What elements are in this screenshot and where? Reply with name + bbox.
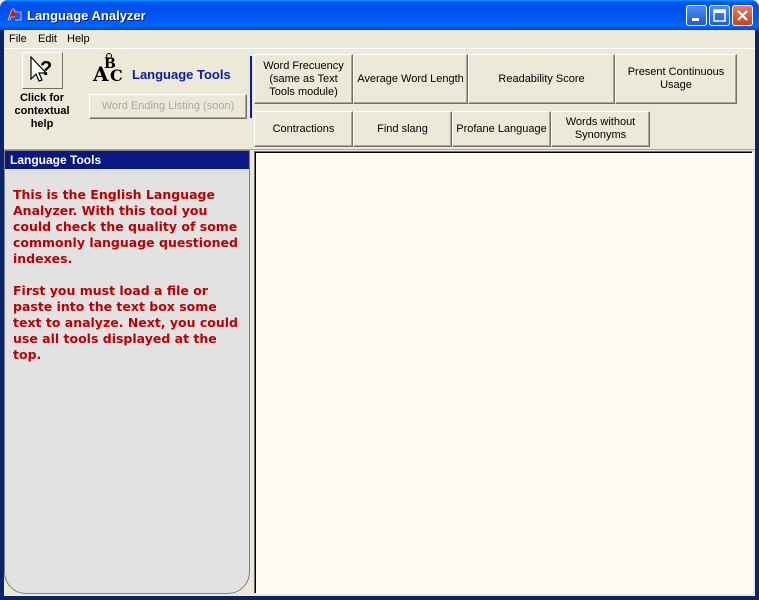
contextual-help-button[interactable]: ? <box>22 52 63 89</box>
svg-text:?: ? <box>40 58 52 80</box>
help-cursor-icon: ? <box>30 55 52 82</box>
info-panel: Language Tools This is the English Langu… <box>4 150 250 594</box>
close-icon <box>737 10 748 21</box>
section-title: Language Tools <box>132 67 231 82</box>
find-slang-button[interactable]: Find slang <box>353 111 452 147</box>
menu-file[interactable]: File <box>6 32 30 46</box>
minimize-button[interactable] <box>686 5 707 26</box>
svg-text:C: C <box>110 66 123 85</box>
average-word-length-button[interactable]: Average Word Length <box>353 54 468 104</box>
abc-icon: A B C <box>92 53 123 85</box>
words-without-synonyms-button[interactable]: Words without Synonyms <box>551 111 650 147</box>
info-paragraph-1: This is the English Language Analyzer. W… <box>13 187 238 266</box>
menu-bar: File Edit Help <box>4 30 755 49</box>
contractions-button[interactable]: Contractions <box>254 111 353 147</box>
present-continuous-button[interactable]: Present Continuous Usage <box>615 54 737 104</box>
info-panel-text: This is the English Language Analyzer. W… <box>13 187 239 379</box>
app-icon <box>7 8 22 21</box>
close-button[interactable] <box>732 5 753 26</box>
title-bar[interactable]: Language Analyzer <box>0 0 759 30</box>
maximize-button[interactable] <box>709 5 730 26</box>
menu-help[interactable]: Help <box>64 32 93 46</box>
word-frequency-button[interactable]: Word Frecuency (same as Text Tools modul… <box>254 54 353 104</box>
profane-language-button[interactable]: Profane Language <box>452 111 551 147</box>
maximize-icon <box>713 9 726 22</box>
info-panel-header: Language Tools <box>5 151 249 169</box>
info-paragraph-2: First you must load a file or paste into… <box>13 283 239 362</box>
word-ending-button[interactable]: Word Ending Listing (soon) <box>89 94 247 119</box>
client-area: File Edit Help ? Click for contextual he… <box>4 30 755 596</box>
readability-score-button[interactable]: Readability Score <box>468 54 615 104</box>
minimize-icon <box>692 18 699 21</box>
toolbar: ? Click for contextual help A B C Langua… <box>4 50 755 150</box>
app-window: Language Analyzer File Edit Help ? Click… <box>0 0 759 600</box>
text-input-area[interactable] <box>254 151 753 594</box>
menu-edit[interactable]: Edit <box>35 32 60 46</box>
window-title: Language Analyzer <box>27 8 146 23</box>
section-divider <box>250 56 252 118</box>
help-label: Click for contextual help <box>14 92 70 130</box>
